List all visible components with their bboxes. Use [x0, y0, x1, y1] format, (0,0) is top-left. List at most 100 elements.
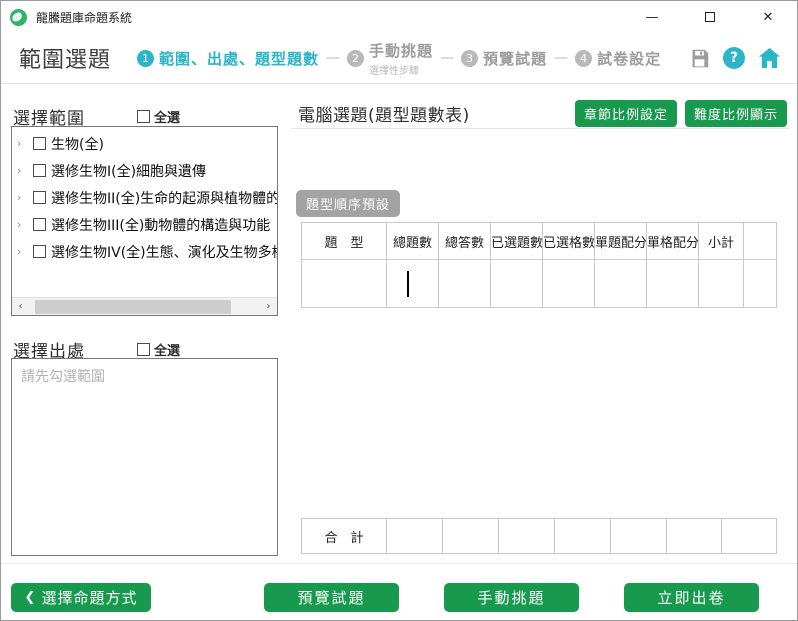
back-button-label: 選擇命題方式 — [41, 589, 138, 607]
close-button[interactable]: ✕ — [739, 1, 797, 33]
step-2-subtitle: 選擇性步驟 — [369, 65, 420, 77]
range-select-all-checkbox[interactable] — [137, 110, 150, 123]
step-separator: — — [326, 50, 341, 66]
step-separator: — — [554, 50, 569, 66]
back-to-method-button[interactable]: ❮ 選擇命題方式 — [11, 583, 151, 612]
step-1-label: 範圍、出處、題型題數 — [159, 49, 320, 68]
source-select-all[interactable]: 全選 — [137, 340, 180, 359]
tree-item-bio-4[interactable]: › 選修生物IV(全)生態、演化及生物多樣性 — [12, 238, 277, 265]
chevron-right-icon[interactable]: › — [17, 218, 30, 231]
table-row — [301, 259, 777, 308]
total-questions-value — [386, 518, 443, 554]
maximize-icon — [705, 12, 715, 22]
source-select-all-checkbox[interactable] — [137, 343, 150, 356]
scroll-left-icon[interactable]: ‹ — [12, 301, 29, 312]
cell-points-per-question[interactable] — [594, 259, 647, 308]
total-row-table: 合 計 — [301, 518, 777, 554]
source-list-panel[interactable]: 請先勾選範圍 — [11, 358, 278, 556]
step-4-label: 試卷設定 — [597, 49, 662, 68]
chevron-right-icon[interactable]: › — [17, 245, 30, 258]
manual-pick-button[interactable]: 手動挑題 — [444, 583, 579, 612]
page-header: 範圍選題 1 範圍、出處、題型題數 — 2 手動挑題 選擇性步驟 — 3 預覽試… — [1, 35, 797, 81]
col-question-type: 題 型 — [301, 222, 387, 260]
footer-divider — [1, 563, 797, 564]
chevron-left-icon: ❮ — [24, 590, 37, 605]
cell-extra[interactable] — [743, 259, 777, 308]
help-icon[interactable]: ? — [723, 47, 745, 69]
home-icon[interactable] — [758, 47, 781, 69]
table-header-row: 題 型 總題數 總答數 已選題數 已選格數 單題配分 單格配分 小計 — [301, 222, 777, 260]
chevron-right-icon[interactable]: › — [17, 191, 30, 204]
tree-item-checkbox[interactable] — [33, 245, 46, 258]
cell-points-per-blank[interactable] — [646, 259, 699, 308]
tree-item-checkbox[interactable] — [33, 164, 46, 177]
window-controls: — ✕ — [623, 1, 797, 33]
title-bar: 龍騰題庫命題系統 — ✕ — [1, 1, 797, 33]
step-separator: — — [440, 50, 455, 66]
chevron-right-icon[interactable]: › — [17, 164, 30, 177]
col-extra — [743, 222, 777, 260]
tree-item-checkbox[interactable] — [33, 218, 46, 231]
source-placeholder-text: 請先勾選範圍 — [21, 369, 105, 385]
main-divider — [291, 128, 789, 129]
cell-total-questions[interactable] — [386, 259, 439, 308]
range-select-all-label: 全選 — [154, 111, 181, 126]
cell-selected-blanks[interactable] — [542, 259, 595, 308]
preview-questions-button[interactable]: 預覽試題 — [264, 583, 399, 612]
tree-item-bio-all[interactable]: › 生物(全) — [12, 130, 277, 157]
chapter-ratio-button[interactable]: 章節比例設定 — [574, 100, 677, 127]
text-caret — [407, 270, 409, 297]
step-4: 4 試卷設定 — [575, 48, 661, 69]
cell-total-answers[interactable] — [438, 259, 491, 308]
chevron-right-icon[interactable]: › — [17, 137, 30, 150]
difficulty-ratio-button[interactable]: 難度比例顯示 — [684, 100, 787, 127]
question-type-order-preset-button[interactable]: 題型順序預設 — [296, 190, 401, 217]
total-points-per-question-value — [610, 518, 667, 554]
app-logo-icon — [10, 8, 27, 26]
cell-subtotal[interactable] — [698, 259, 744, 308]
horizontal-scrollbar[interactable]: ‹ › — [12, 297, 277, 315]
app-window: 龍騰題庫命題系統 — ✕ 範圍選題 1 範圍、出處、題型題數 — 2 手動挑題 … — [0, 0, 798, 621]
tree-item-checkbox[interactable] — [33, 191, 46, 204]
main-section-title: 電腦選題(題型題數表) — [298, 106, 470, 126]
cell-selected-questions[interactable] — [490, 259, 543, 308]
step-3-number: 3 — [461, 49, 479, 67]
step-4-number: 4 — [575, 49, 593, 67]
total-subtotal-value — [721, 518, 777, 554]
generate-exam-button[interactable]: 立即出卷 — [624, 583, 759, 612]
range-tree: › 生物(全) › 選修生物I(全)細胞與遺傳 › 選修生物II(全)生命的起源… — [11, 126, 278, 316]
question-type-table: 題 型 總題數 總答數 已選題數 已選格數 單題配分 單格配分 小計 — [301, 222, 777, 308]
step-1: 1 範圍、出處、題型題數 — [137, 48, 319, 69]
col-selected-blanks: 已選格數 — [542, 222, 595, 260]
col-points-per-blank: 單格配分 — [646, 222, 699, 260]
header-icons: ? — [689, 47, 781, 69]
scroll-right-icon[interactable]: › — [260, 301, 277, 312]
step-2-label: 手動挑題 — [369, 41, 434, 60]
tree-item-bio-2[interactable]: › 選修生物II(全)生命的起源與植物體的構造 — [12, 184, 277, 211]
total-label: 合 計 — [301, 518, 387, 554]
range-select-all[interactable]: 全選 — [137, 107, 180, 126]
col-selected-questions: 已選題數 — [490, 222, 543, 260]
tree-item-bio-3[interactable]: › 選修生物III(全)動物體的構造與功能 — [12, 211, 277, 238]
total-selected-questions-value — [498, 518, 555, 554]
col-total-questions: 總題數 — [386, 222, 439, 260]
step-3: 3 預覽試題 — [461, 48, 547, 69]
step-3-label: 預覽試題 — [483, 49, 548, 68]
source-select-all-label: 全選 — [154, 344, 181, 359]
save-icon[interactable] — [689, 48, 710, 69]
total-answers-value — [442, 518, 499, 554]
scrollbar-thumb[interactable] — [35, 299, 231, 314]
step-1-number: 1 — [137, 49, 155, 67]
minimize-button[interactable]: — — [623, 1, 681, 33]
tree-item-checkbox[interactable] — [33, 137, 46, 150]
total-row: 合 計 — [301, 518, 777, 554]
main-section-header: 電腦選題(題型題數表) 章節比例設定 難度比例顯示 — [298, 100, 787, 127]
tree-item-bio-1[interactable]: › 選修生物I(全)細胞與遺傳 — [12, 157, 277, 184]
col-subtotal: 小計 — [698, 222, 744, 260]
wizard-steps: 1 範圍、出處、題型題數 — 2 手動挑題 選擇性步驟 — 3 預覽試題 — 4… — [137, 40, 661, 77]
header-divider — [1, 83, 797, 84]
total-points-per-blank-value — [666, 518, 722, 554]
page-title: 範圍選題 — [19, 48, 112, 73]
cell-question-type[interactable] — [301, 259, 387, 308]
maximize-button[interactable] — [681, 1, 739, 33]
